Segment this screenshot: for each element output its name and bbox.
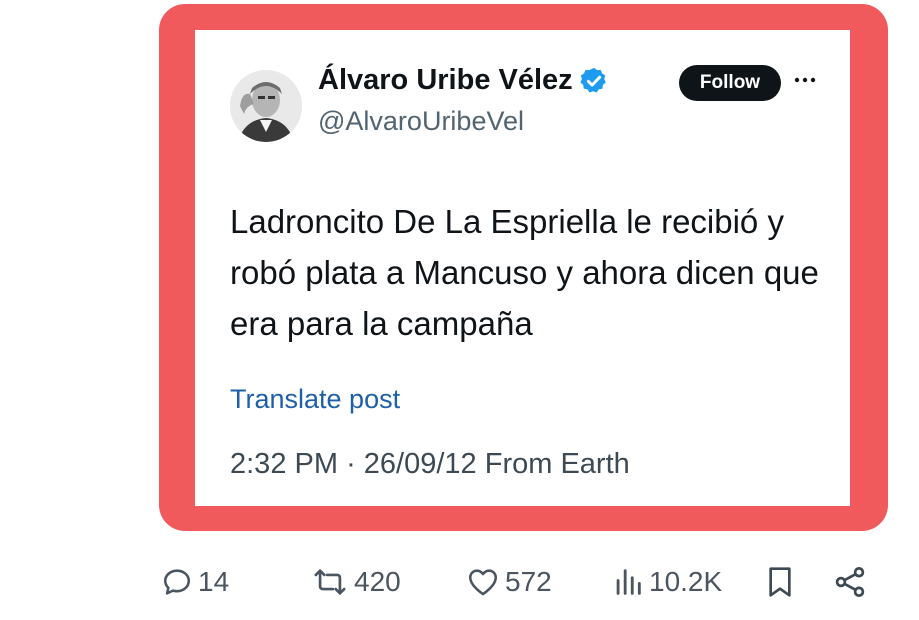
screenshot-page: Álvaro Uribe Vélez @AlvaroUribeVel Follo…: [0, 0, 919, 620]
reply-button[interactable]: 14: [160, 560, 229, 604]
views-button[interactable]: 10.2K: [611, 560, 722, 604]
post-meta: 2:32 PM · 26/09/12 From Earth: [230, 448, 630, 481]
repost-arrows-icon: [310, 565, 350, 599]
translate-post-link[interactable]: Translate post: [230, 384, 400, 415]
action-bar: 14 420 572 10.2K: [0, 560, 919, 604]
bar-chart-icon: [611, 565, 645, 599]
bookmark-button[interactable]: [764, 560, 796, 604]
post-text: Ladroncito De La Espriella le recibió y …: [230, 203, 819, 342]
heart-icon: [465, 565, 501, 599]
reply-bubble-icon: [160, 565, 194, 599]
post-date[interactable]: 26/09/12: [364, 448, 477, 480]
meta-separator: ·: [346, 448, 356, 480]
verified-badge-icon: [579, 66, 609, 96]
repost-button[interactable]: 420: [310, 560, 401, 604]
post-time[interactable]: 2:32 PM: [230, 448, 338, 480]
like-count: 572: [505, 566, 552, 597]
reply-count: 14: [198, 566, 230, 597]
repost-count: 420: [354, 566, 401, 597]
follow-button[interactable]: Follow: [679, 65, 781, 101]
avatar[interactable]: [230, 70, 302, 142]
share-icon: [832, 564, 868, 600]
views-count: 10.2K: [649, 566, 723, 597]
share-button[interactable]: [832, 560, 868, 604]
post-card: Álvaro Uribe Vélez @AlvaroUribeVel Follo…: [195, 30, 850, 506]
like-button[interactable]: 572: [465, 560, 552, 604]
display-name[interactable]: Álvaro Uribe Vélez: [318, 64, 609, 97]
bookmark-icon: [764, 564, 796, 600]
more-dots-icon[interactable]: [792, 70, 818, 90]
display-name-text: Álvaro Uribe Vélez: [318, 64, 573, 96]
author-handle[interactable]: @AlvaroUribeVel: [318, 106, 524, 137]
post-source: From Earth: [484, 448, 630, 480]
